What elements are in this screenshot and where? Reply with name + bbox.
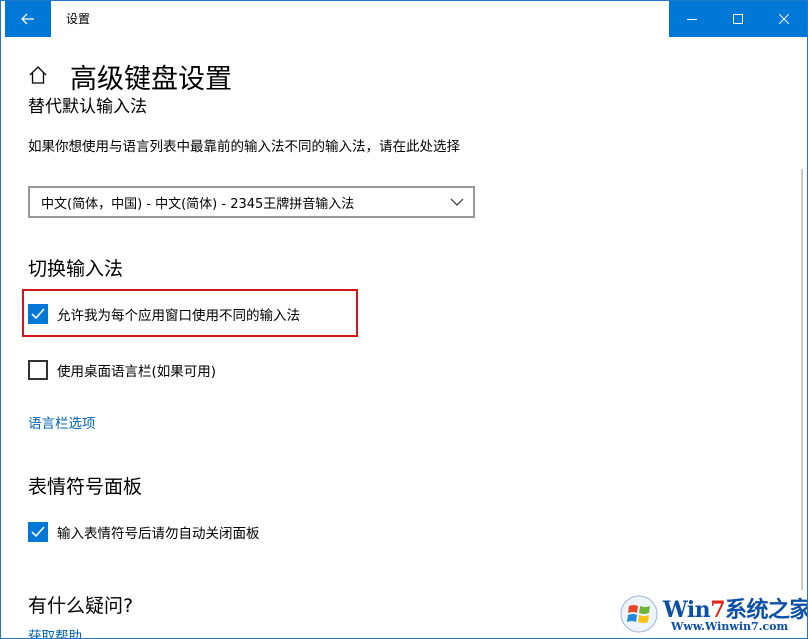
checkmark-icon: [31, 308, 45, 320]
checkbox-checked[interactable]: [28, 304, 48, 324]
settings-window: 设置 高级键盘设置 替代默认输入法 如果你想使用与语言列表中最靠前的输入法不同的…: [0, 0, 808, 639]
minimize-button[interactable]: [669, 1, 715, 37]
close-button[interactable]: [761, 1, 807, 37]
page-title: 高级键盘设置: [70, 64, 232, 95]
watermark: Win7系统之家 Www.Winwin7.com: [611, 590, 807, 638]
section-heading-override: 替代默认输入法: [28, 97, 147, 116]
checkbox-per-app-input[interactable]: 允许我为每个应用窗口使用不同的输入法: [28, 304, 300, 324]
chevron-down-icon: [450, 198, 464, 206]
title-bar[interactable]: 设置: [1, 1, 807, 37]
watermark-url: Www.Winwin7.com: [671, 620, 789, 633]
back-button[interactable]: [5, 1, 51, 37]
maximize-button[interactable]: [715, 1, 761, 37]
section-heading-switch: 切换输入法: [28, 258, 124, 280]
checkbox-label: 允许我为每个应用窗口使用不同的输入法: [57, 308, 300, 324]
select-value: 中文(简体，中国) - 中文(简体) - 2345王牌拼音输入法: [41, 196, 355, 212]
get-help-link[interactable]: 获取帮助: [28, 625, 82, 638]
close-icon: [779, 14, 789, 24]
maximize-icon: [733, 14, 743, 24]
section-heading-help: 有什么疑问?: [28, 595, 134, 617]
checkmark-icon: [31, 526, 45, 538]
override-description: 如果你想使用与语言列表中最靠前的输入法不同的输入法，请在此处选择: [28, 139, 460, 155]
window-title: 设置: [66, 12, 91, 26]
section-heading-emoji: 表情符号面板: [28, 476, 143, 498]
checkbox-desktop-language-bar[interactable]: 使用桌面语言栏(如果可用): [28, 360, 216, 380]
minimize-icon: [687, 19, 697, 20]
home-icon[interactable]: [28, 65, 48, 85]
checkbox-unchecked[interactable]: [28, 360, 48, 380]
checkbox-label: 输入表情符号后请勿自动关闭面板: [57, 526, 260, 542]
checkbox-label: 使用桌面语言栏(如果可用): [57, 364, 217, 380]
language-bar-options-link[interactable]: 语言栏选项: [28, 412, 96, 432]
back-arrow-icon: [21, 13, 34, 25]
windows-logo-icon: [620, 595, 658, 633]
scrollbar[interactable]: [801, 169, 803, 638]
checkbox-checked[interactable]: [28, 522, 48, 542]
input-method-select[interactable]: 中文(简体，中国) - 中文(简体) - 2345王牌拼音输入法: [28, 186, 475, 218]
checkbox-emoji-panel[interactable]: 输入表情符号后请勿自动关闭面板: [28, 522, 260, 542]
window-controls: [669, 1, 807, 37]
